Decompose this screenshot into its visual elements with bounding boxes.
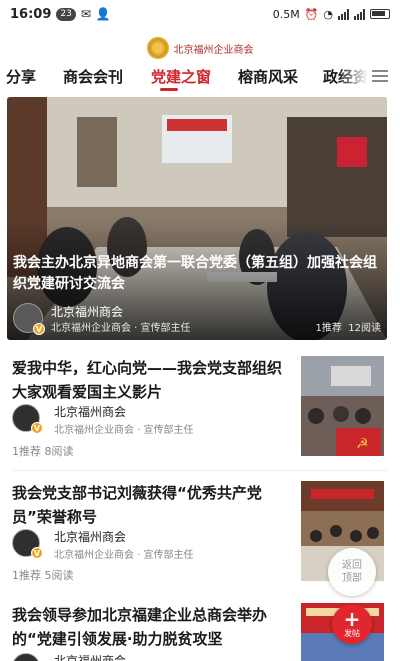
tab-party-building[interactable]: 党建之窗 (151, 66, 211, 87)
hero-meta: V 北京福州商会 北京福州企业商会 · 宣传部主任 1推荐 12阅读 (13, 303, 381, 335)
article-thumbnail[interactable]: ☭ (301, 356, 384, 456)
article-author[interactable]: 北京福州商会 (54, 652, 126, 661)
battery-icon (370, 9, 390, 19)
hero-stats: 1推荐 12阅读 (316, 319, 381, 334)
article-stats: 1推荐 8阅读 (12, 445, 74, 458)
tab-fade (338, 62, 368, 90)
wifi-icon: ◔ (323, 7, 333, 21)
back-to-top-button[interactable]: 返回顶部 (328, 548, 376, 596)
category-tabs: 分享 商会会刊 党建之窗 榕商风采 政经资 (0, 62, 400, 91)
hero-article[interactable]: 我会主办北京异地商会第一联合党委（第五组）加强社会组织党建研讨交流会 V 北京福… (7, 97, 387, 340)
list-item[interactable]: 爱我中华，红心向党——我会党支部组织大家观看爱国主义影片 V 北京福州商会 北京… (12, 356, 388, 466)
status-time: 16:09 (10, 6, 52, 22)
svg-text:☭: ☭ (356, 436, 369, 452)
article-author[interactable]: 北京福州商会 (54, 403, 126, 420)
tab-share[interactable]: 分享 (6, 66, 36, 87)
alarm-icon: ⏰ (304, 7, 319, 21)
verified-badge-icon: V (33, 323, 45, 335)
article-title[interactable]: 我会领导参加北京福建企业总商会举办的“党建引领发展·助力脱贫攻坚 (12, 603, 290, 651)
logo-text: 北京福州企业商会 (173, 44, 254, 56)
verified-badge-icon: V (31, 547, 43, 559)
notification-count-badge: 23 (56, 7, 76, 21)
user-icon: 👤 (95, 7, 111, 21)
menu-icon[interactable] (372, 70, 388, 82)
signal-icon (338, 8, 349, 20)
article-author[interactable]: 北京福州商会 (54, 528, 126, 545)
verified-badge-icon: V (31, 422, 43, 434)
article-stats: 1推荐 5阅读 (12, 569, 74, 582)
article-title[interactable]: 我会党支部书记刘薇获得“优秀共产党员”荣誉称号 (12, 481, 290, 529)
publish-label: 发帖 (344, 628, 360, 638)
tab-journal[interactable]: 商会会刊 (63, 66, 123, 87)
net-speed: 0.5M (272, 7, 300, 21)
tab-rongshang[interactable]: 榕商风采 (238, 66, 298, 87)
article-title[interactable]: 爱我中华，红心向党——我会党支部组织大家观看爱国主义影片 (12, 356, 290, 404)
publish-button[interactable]: + 发帖 (332, 604, 372, 644)
plus-icon: + (343, 606, 361, 631)
hero-title[interactable]: 我会主办北京异地商会第一联合党委（第五组）加强社会组织党建研讨交流会 (13, 253, 379, 295)
status-bar: 16:09 23 ✉ 👤 0.5M ⏰ ◔ (0, 0, 400, 28)
hero-author-subtitle: 北京福州企业商会 · 宣传部主任 (51, 323, 191, 334)
avatar[interactable] (12, 653, 40, 661)
hero-author[interactable]: 北京福州商会 (51, 303, 123, 320)
article-author-subtitle: 北京福州企业商会 · 宣传部主任 (54, 550, 194, 561)
divider (12, 470, 388, 471)
article-author-subtitle: 北京福州企业商会 · 宣传部主任 (54, 425, 194, 436)
signal-icon-2 (354, 8, 365, 20)
list-item[interactable]: 我会领导参加北京福建企业总商会举办的“党建引领发展·助力脱贫攻坚 北京福州商会 (12, 603, 388, 661)
hero-recommend-count: 1推荐 (315, 323, 342, 334)
logo-emblem-icon (146, 37, 169, 59)
active-tab-indicator (160, 88, 178, 91)
android-icon: ✉ (80, 7, 91, 21)
app-header: 北京福州企业商会 (0, 34, 400, 62)
back-to-top-label: 返回顶部 (342, 560, 362, 584)
hero-read-count: 12阅读 (348, 323, 381, 334)
